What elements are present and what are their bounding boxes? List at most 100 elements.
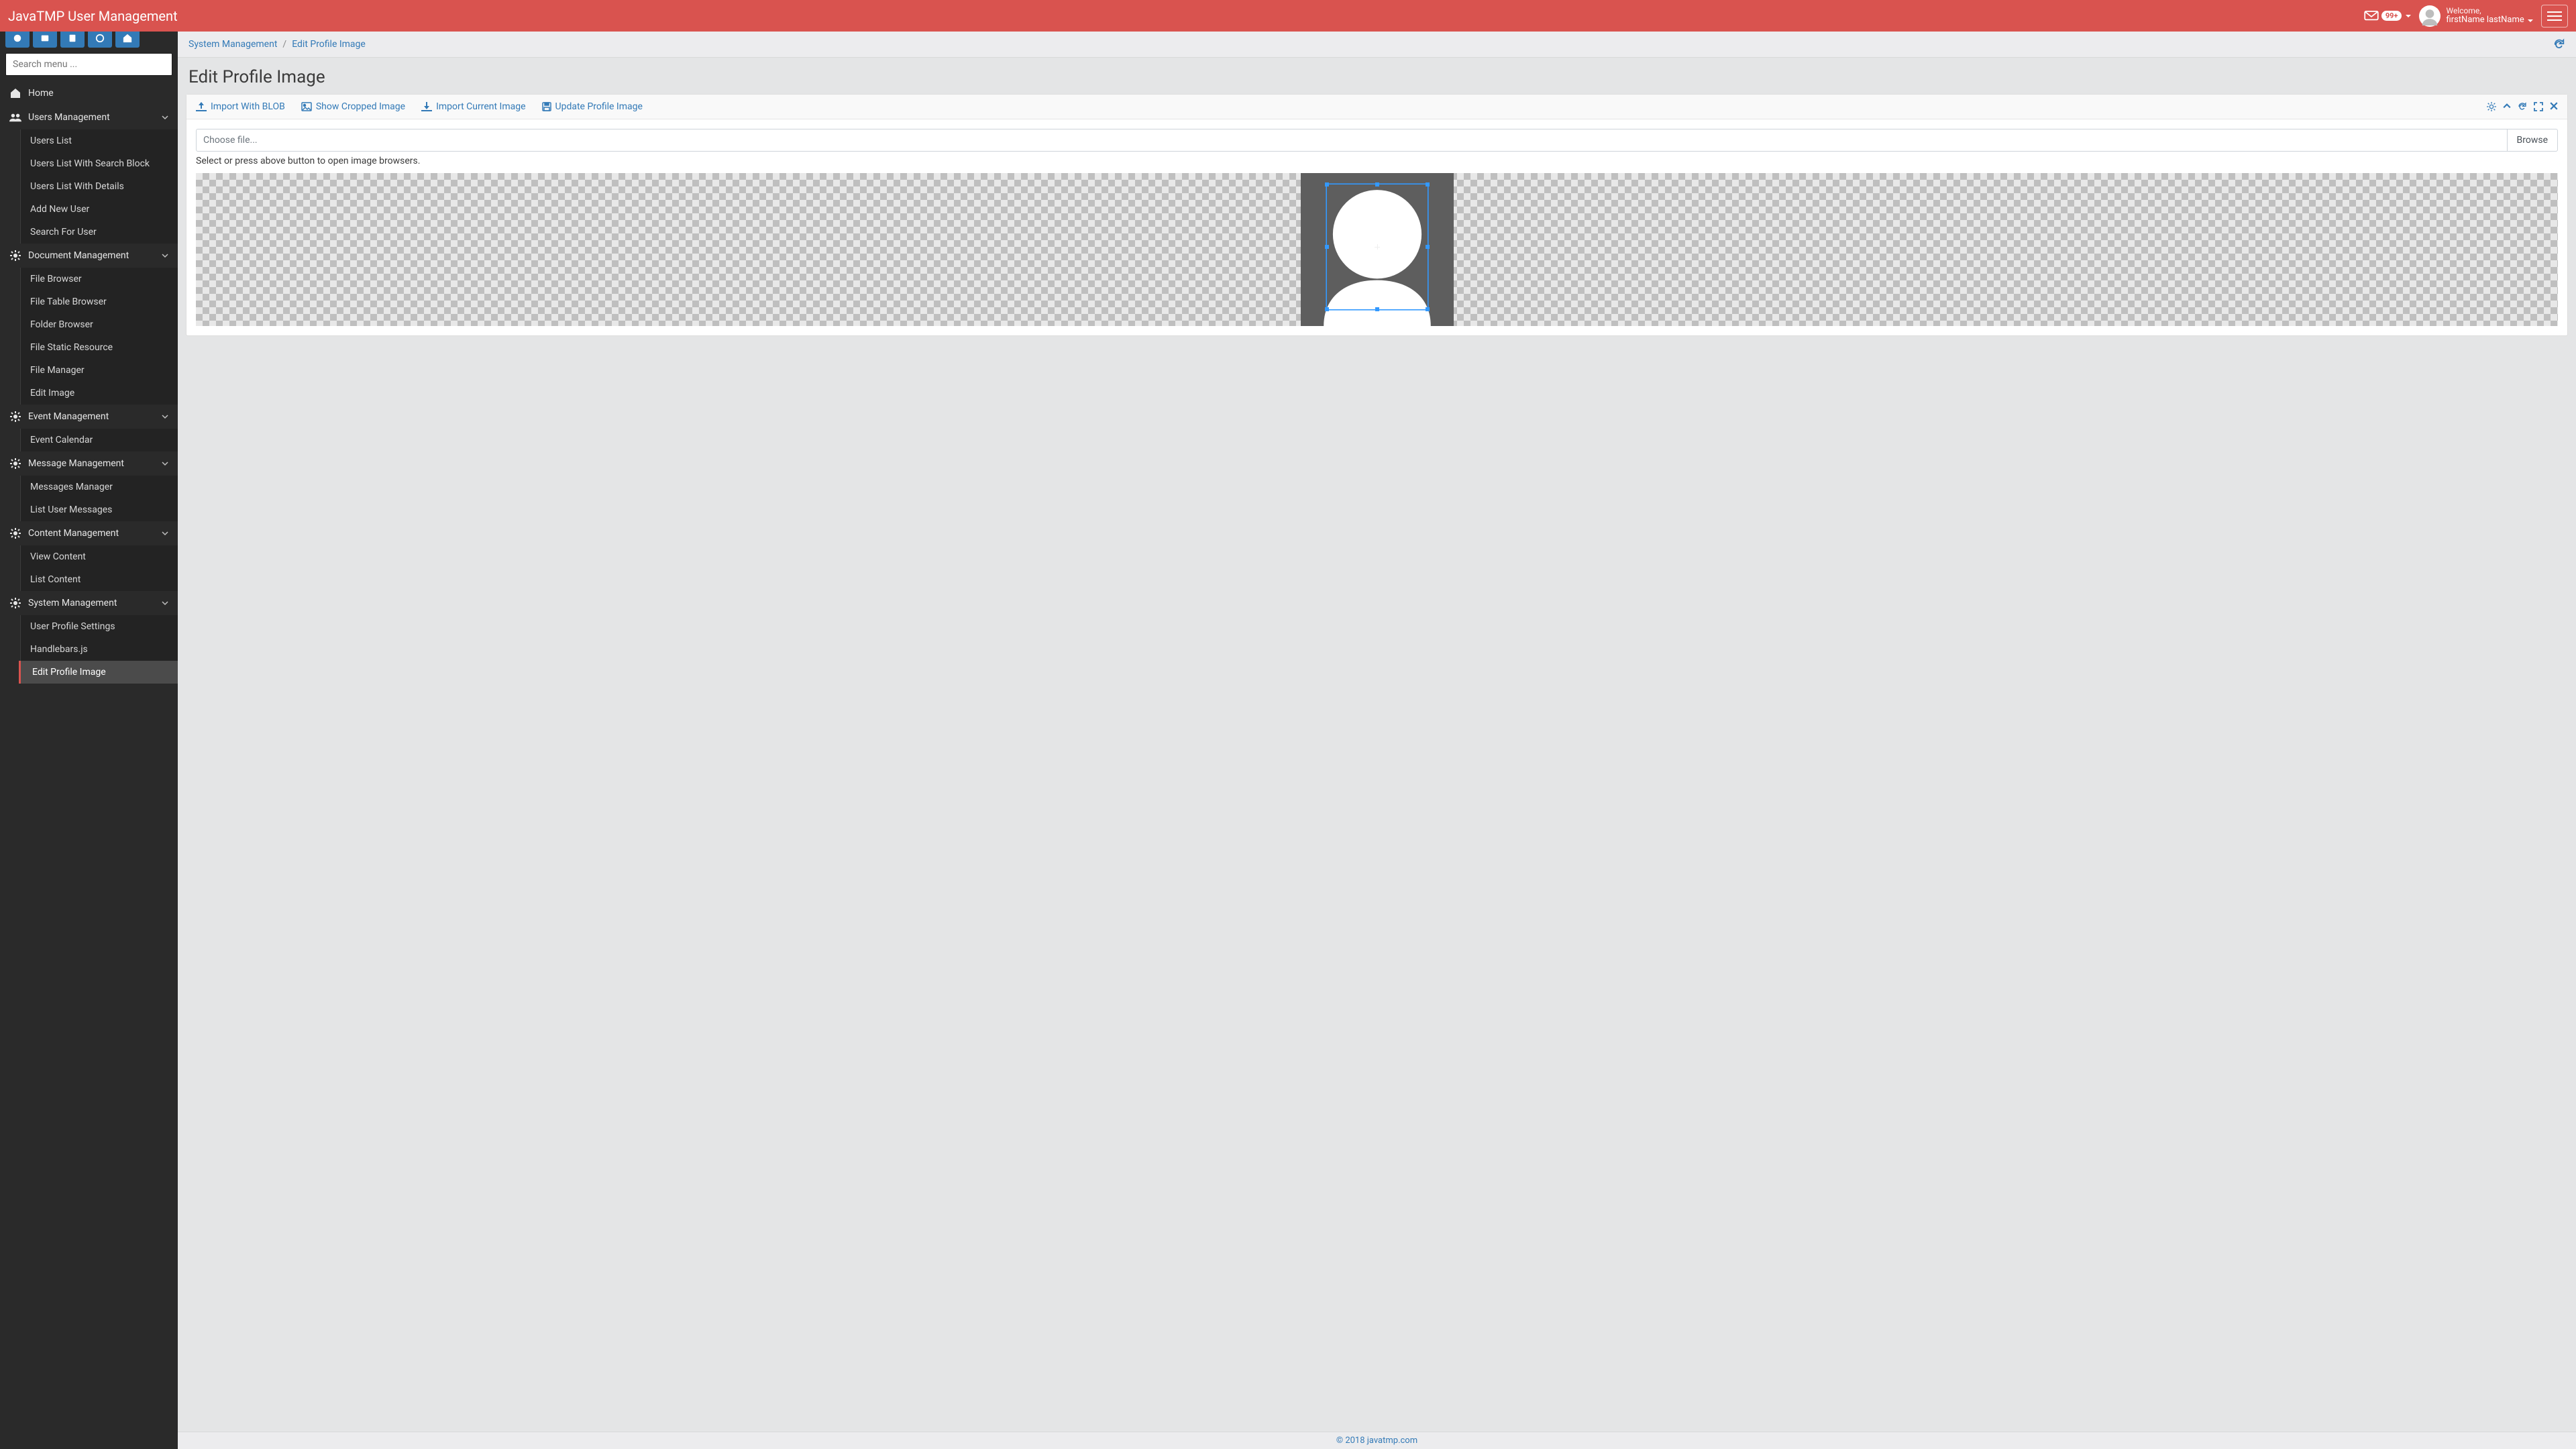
save-icon xyxy=(542,102,551,111)
mail-dropdown[interactable]: 99+ xyxy=(2364,11,2412,21)
navbar: JavaTMP User Management 99+ Welcome, fir… xyxy=(0,0,2576,32)
refresh-icon[interactable] xyxy=(2518,102,2527,111)
sidebar-item-label: System Management xyxy=(28,598,117,608)
sub-handlebars[interactable]: Handlebars.js xyxy=(21,638,178,661)
chevron-up-icon[interactable] xyxy=(2503,102,2511,111)
search-input[interactable] xyxy=(5,53,172,76)
sidebar-item-home[interactable]: Home xyxy=(0,81,178,105)
upload-icon xyxy=(196,102,207,111)
sub-folder-browser[interactable]: Folder Browser xyxy=(21,313,178,336)
sub-user-profile-settings[interactable]: User Profile Settings xyxy=(21,615,178,638)
sub-users-list-search-block[interactable]: Users List With Search Block xyxy=(21,152,178,175)
sidebar-item-label: Event Management xyxy=(28,411,109,422)
sidebar-item-label: Document Management xyxy=(28,250,129,261)
brand[interactable]: JavaTMP User Management xyxy=(8,8,178,24)
chevron-down-icon xyxy=(162,252,168,259)
sub-search-for-user[interactable]: Search For User xyxy=(21,221,178,244)
hamburger-button[interactable] xyxy=(2541,5,2568,28)
cropper-area[interactable] xyxy=(196,173,2558,326)
sub-edit-image[interactable]: Edit Image xyxy=(21,382,178,405)
sub-file-manager[interactable]: File Manager xyxy=(21,359,178,382)
sidebar-item-system-management[interactable]: System Management xyxy=(0,591,178,615)
crop-handle-se[interactable] xyxy=(1426,307,1430,311)
import-current-button[interactable]: Import Current Image xyxy=(421,101,525,112)
sub-list-content[interactable]: List Content xyxy=(21,568,178,591)
chevron-down-icon xyxy=(162,413,168,420)
sub-add-new-user[interactable]: Add New User xyxy=(21,198,178,221)
sidebar-item-message-management[interactable]: Message Management xyxy=(0,451,178,476)
top-icon-5[interactable] xyxy=(115,32,140,48)
gear-icon xyxy=(9,411,21,422)
crop-handle-n[interactable] xyxy=(1375,182,1379,186)
sidebar-item-document-management[interactable]: Document Management xyxy=(0,244,178,268)
update-profile-button[interactable]: Update Profile Image xyxy=(542,101,643,112)
breadcrumb-root[interactable]: System Management xyxy=(189,39,277,50)
user-text: Welcome, firstName lastName xyxy=(2446,7,2533,25)
crop-handle-e[interactable] xyxy=(1426,245,1430,249)
footer-text[interactable]: © 2018 javatmp.com xyxy=(1336,1436,1417,1446)
sub-event-calendar[interactable]: Event Calendar xyxy=(21,429,178,451)
sub-messages-manager[interactable]: Messages Manager xyxy=(21,476,178,498)
welcome-label: Welcome, xyxy=(2446,7,2533,15)
crop-handle-ne[interactable] xyxy=(1426,182,1430,186)
crop-handle-sw[interactable] xyxy=(1325,307,1329,311)
gear-icon[interactable] xyxy=(2487,102,2496,111)
sidebar-item-content-management[interactable]: Content Management xyxy=(0,521,178,545)
image-icon xyxy=(301,102,312,111)
crop-handle-w[interactable] xyxy=(1325,245,1329,249)
sidebar-item-label: Home xyxy=(28,88,54,99)
sub-file-static-resource[interactable]: File Static Resource xyxy=(21,336,178,359)
caret-down-icon xyxy=(2406,15,2411,17)
breadcrumb-current[interactable]: Edit Profile Image xyxy=(292,39,366,50)
breadcrumb-bar: System Management / Edit Profile Image xyxy=(178,32,2576,58)
top-icon-1[interactable] xyxy=(5,32,30,48)
avatar xyxy=(2419,5,2440,27)
top-icon-3[interactable] xyxy=(60,32,85,48)
sub-view-content[interactable]: View Content xyxy=(21,545,178,568)
submenu-message: Messages Manager List User Messages xyxy=(20,476,178,521)
users-icon xyxy=(9,113,21,122)
sub-users-list[interactable]: Users List xyxy=(21,129,178,152)
crop-handle-s[interactable] xyxy=(1375,307,1379,311)
home-icon xyxy=(9,88,21,99)
card: Import With BLOB Show Cropped Image Impo… xyxy=(186,94,2568,336)
crop-box[interactable] xyxy=(1326,184,1428,310)
footer: © 2018 javatmp.com xyxy=(178,1432,2576,1449)
card-actions-left: Import With BLOB Show Cropped Image Impo… xyxy=(196,101,643,112)
sidebar-item-users-management[interactable]: Users Management xyxy=(0,105,178,129)
sidebar-item-event-management[interactable]: Event Management xyxy=(0,405,178,429)
action-label: Import With BLOB xyxy=(211,101,285,112)
submenu-system: User Profile Settings Handlebars.js Edit… xyxy=(20,615,178,684)
sub-users-list-details[interactable]: Users List With Details xyxy=(21,175,178,198)
sidebar-item-label: Users Management xyxy=(28,112,110,123)
sub-file-table-browser[interactable]: File Table Browser xyxy=(21,290,178,313)
main: System Management / Edit Profile Image E… xyxy=(178,32,2576,1432)
top-icon-4[interactable] xyxy=(88,32,112,48)
show-cropped-button[interactable]: Show Cropped Image xyxy=(301,101,405,112)
sidebar-top-icons xyxy=(0,32,178,50)
sub-list-user-messages[interactable]: List User Messages xyxy=(21,498,178,521)
mail-badge: 99+ xyxy=(2381,11,2402,21)
chevron-down-icon xyxy=(162,530,168,537)
gear-icon xyxy=(9,598,21,608)
sub-edit-profile-image[interactable]: Edit Profile Image xyxy=(19,661,178,684)
user-dropdown[interactable]: Welcome, firstName lastName xyxy=(2419,5,2533,27)
top-icon-2[interactable] xyxy=(33,32,57,48)
chevron-down-icon xyxy=(162,600,168,606)
sub-file-browser[interactable]: File Browser xyxy=(21,268,178,290)
hint-text: Select or press above button to open ima… xyxy=(196,156,2558,166)
page-title: Edit Profile Image xyxy=(178,58,2576,94)
browse-button[interactable]: Browse xyxy=(2507,129,2558,152)
expand-icon[interactable] xyxy=(2534,102,2543,111)
file-input-row: Choose file... Browse xyxy=(196,129,2558,152)
caret-down-icon xyxy=(2528,19,2533,22)
mail-icon xyxy=(2364,11,2379,21)
refresh-icon[interactable] xyxy=(2553,38,2565,50)
close-icon[interactable] xyxy=(2550,102,2558,111)
chevron-down-icon xyxy=(162,114,168,121)
crop-handle-nw[interactable] xyxy=(1325,182,1329,186)
sidebar-item-label: Content Management xyxy=(28,528,119,539)
file-input[interactable]: Choose file... xyxy=(196,129,2507,152)
import-blob-button[interactable]: Import With BLOB xyxy=(196,101,285,112)
gear-icon xyxy=(9,528,21,539)
